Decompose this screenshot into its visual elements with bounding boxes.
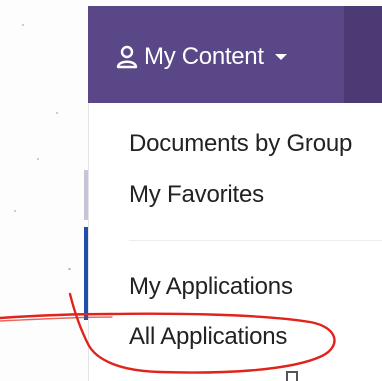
- scan-speck: [22, 24, 24, 26]
- partial-icon: [286, 371, 298, 381]
- my-content-menu-toggle[interactable]: My Content: [116, 39, 288, 75]
- menu-item-all-applications[interactable]: All Applications: [129, 323, 287, 351]
- menu-item-my-applications[interactable]: My Applications: [129, 273, 293, 301]
- scan-speck: [56, 112, 58, 114]
- user-icon: [116, 45, 138, 69]
- top-navbar: My Content C: [88, 6, 382, 103]
- screenshot-stage: My Content C Documents by Group My Favor…: [0, 0, 382, 381]
- menu-item-my-favorites[interactable]: My Favorites: [129, 181, 264, 209]
- my-content-label: My Content: [144, 43, 264, 70]
- my-content-tab[interactable]: My Content: [88, 6, 344, 103]
- scan-speck: [68, 268, 71, 270]
- menu-item-documents-by-group[interactable]: Documents by Group: [129, 130, 352, 158]
- scan-speck: [14, 210, 16, 212]
- menu-divider: [129, 240, 382, 241]
- scan-speck: [37, 158, 39, 160]
- chevron-down-icon: [274, 54, 287, 60]
